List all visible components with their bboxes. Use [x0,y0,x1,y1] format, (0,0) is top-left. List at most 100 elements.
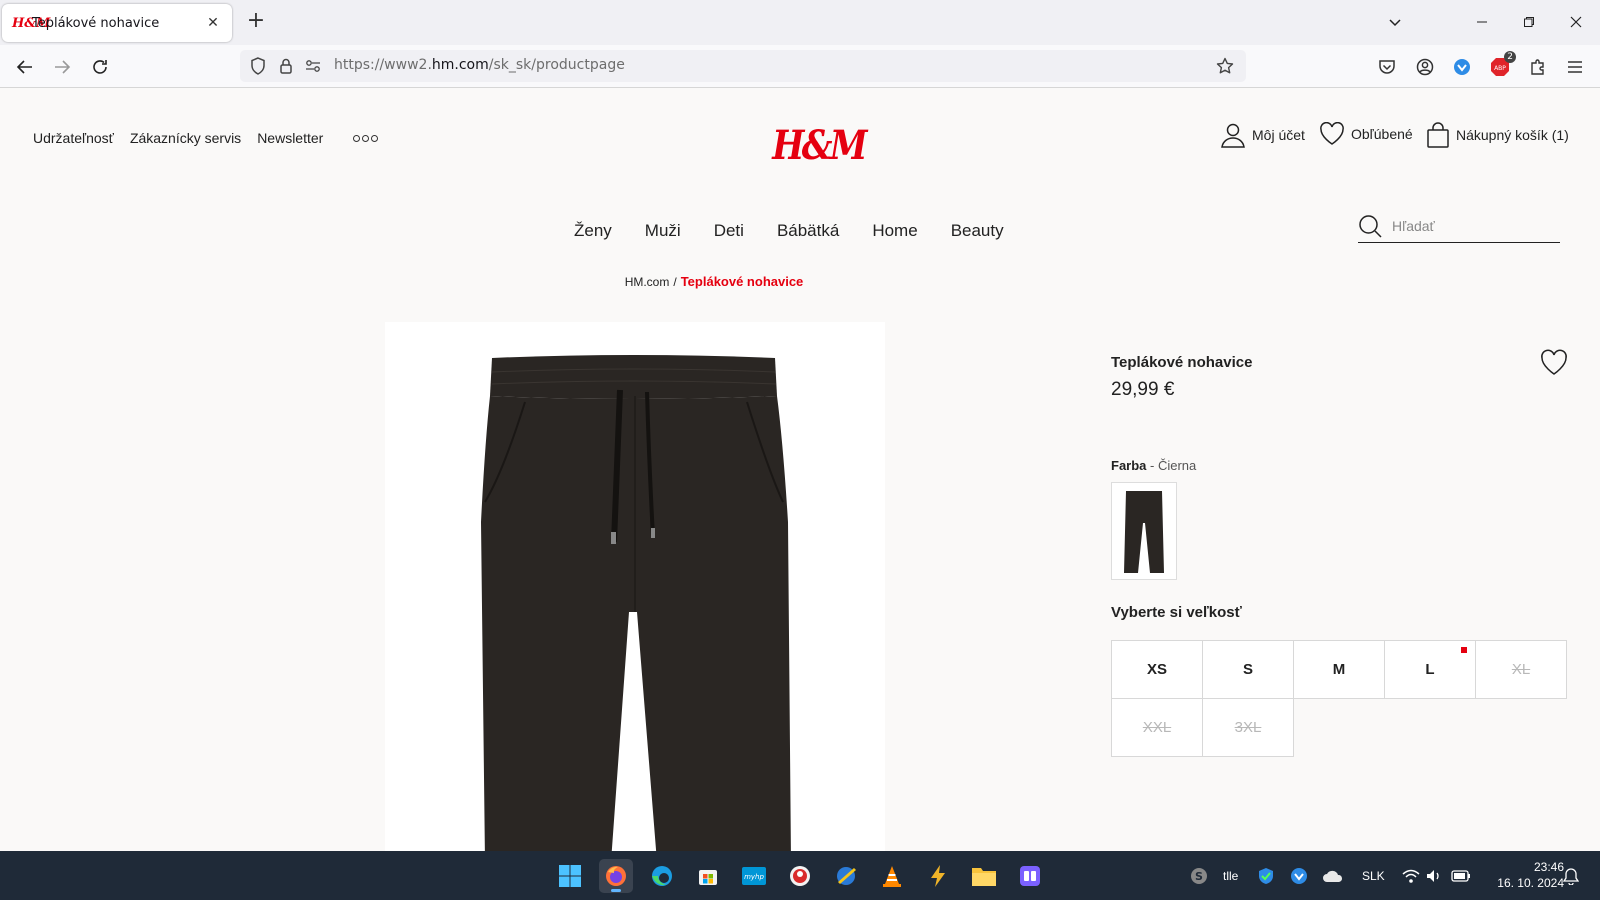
heart-icon [1320,122,1344,145]
hm-logo[interactable]: H&M [772,122,867,169]
main-nav: Ženy Muži Deti Bábätká Home Beauty [574,221,1004,241]
url-text: https://www2.hm.com/sk_sk/productpage [334,57,625,73]
shield-icon[interactable] [247,55,269,77]
search-icon[interactable] [1358,214,1382,238]
tray-battery-icon[interactable] [1451,851,1471,900]
browser-tab-active[interactable]: H&M Teplákové nohavice ✕ [2,4,232,42]
tab-close-icon[interactable]: ✕ [204,15,222,31]
nav-item-beauty[interactable]: Beauty [951,221,1004,241]
myhp-icon[interactable]: myhp [737,859,771,893]
back-arrow-icon[interactable] [11,53,39,81]
tray-extension-icon[interactable] [1290,851,1308,900]
clock-date: 16. 10. 2024 [1497,876,1564,890]
favorites-link[interactable]: Obľúbené [1319,122,1413,146]
user-icon [1221,123,1245,148]
adblock-icon[interactable]: ABP 2 [1488,51,1516,79]
svg-text:myhp: myhp [744,873,764,881]
tray-text[interactable]: tlle [1223,851,1238,900]
nav-item-men[interactable]: Muži [645,221,681,241]
size-option-l-label: L [1425,661,1435,678]
start-windows-icon[interactable] [553,859,587,893]
product-image[interactable] [385,322,885,851]
minimize-button[interactable] [1470,10,1494,34]
firefox-icon[interactable] [599,859,633,893]
my-account-label: Môj účet [1252,127,1305,143]
app-lightning-icon[interactable] [921,859,955,893]
low-stock-indicator [1461,647,1467,653]
size-option-xs[interactable]: XS [1111,640,1203,699]
permissions-icon[interactable] [302,55,324,77]
cart-label: Nákupný košík (1) [1456,127,1569,143]
tab-list-chevron-icon[interactable] [1383,10,1407,34]
app-globe-pen-icon[interactable] [829,859,863,893]
size-option-l[interactable]: L [1384,640,1476,699]
extension-blue-icon[interactable] [1450,55,1474,79]
svg-text:S: S [1195,870,1203,883]
lock-icon[interactable] [275,55,297,77]
browser-tab-bar: H&M Teplákové nohavice ✕ + [0,0,1600,45]
size-option-xxl: XXL [1111,698,1203,757]
svg-text:ABP: ABP [1494,65,1506,72]
favorites-label: Obľúbené [1351,126,1413,142]
url-bar[interactable]: https://www2.hm.com/sk_sk/productpage [240,50,1246,82]
add-to-favorites-heart-icon[interactable] [1539,348,1569,378]
nav-item-women[interactable]: Ženy [574,221,612,241]
size-option-s[interactable]: S [1202,640,1294,699]
browser-nav-bar: https://www2.hm.com/sk_sk/productpage AB… [0,45,1600,88]
nav-item-baby[interactable]: Bábätká [777,221,839,241]
store-icon[interactable] [691,859,725,893]
search-input[interactable] [1392,217,1552,234]
forward-arrow-icon[interactable] [48,53,76,81]
size-option-m[interactable]: M [1293,640,1385,699]
bookmark-star-icon[interactable] [1214,55,1236,77]
tray-skype-icon[interactable]: S [1190,851,1208,900]
edge-icon[interactable] [645,859,679,893]
product-details: Teplákové nohavice 29,99 € Farba - Čiern… [1111,349,1571,757]
shopping-bag-icon [1427,122,1449,148]
pants-image [481,355,791,851]
restore-button[interactable] [1517,10,1541,34]
breadcrumb-current: Teplákové nohavice [680,274,804,289]
extension-badge: 2 [1504,51,1516,63]
tray-wifi-icon[interactable] [1402,851,1420,900]
tray-language[interactable]: SLK [1362,851,1385,900]
size-heading: Vyberte si veľkosť [1111,604,1242,621]
top-link-customer-service[interactable]: Zákaznícky servis [130,130,241,146]
top-link-newsletter[interactable]: Newsletter [257,130,323,146]
color-line: Farba - Čierna [1111,458,1196,473]
search-box [1358,209,1560,243]
clock-time: 23:46 [1533,860,1564,874]
new-tab-button[interactable]: + [244,10,268,34]
tray-volume-icon[interactable] [1425,851,1443,900]
vlc-icon[interactable] [875,859,909,893]
product-title: Teplákové nohavice [1111,354,1253,371]
breadcrumb: HM.com / Teplákové nohavice [0,274,1428,289]
windows-taskbar: myhp S tlle SLK 23:46 16. 10. 2024 [0,851,1600,900]
taskbar-clock[interactable]: 23:46 16. 10. 2024 [1484,859,1564,891]
menu-hamburger-icon[interactable] [1563,55,1587,79]
account-circle-icon[interactable] [1413,55,1437,79]
app-red-circle-icon[interactable] [783,859,817,893]
app-purple-icon[interactable] [1013,859,1047,893]
more-dots-icon[interactable] [353,134,379,142]
close-window-button[interactable] [1564,10,1588,34]
nav-item-home[interactable]: Home [872,221,917,241]
top-link-sustainability[interactable]: Udržateľnosť [33,130,114,146]
product-price: 29,99 € [1111,379,1175,400]
breadcrumb-separator: / [673,275,677,289]
nav-item-kids[interactable]: Deti [714,221,744,241]
pocket-icon[interactable] [1375,55,1399,79]
size-grid: XS S M L XL XXL 3XL [1111,640,1568,757]
color-value: - Čierna [1150,458,1197,473]
file-explorer-icon[interactable] [967,859,1001,893]
size-option-3xl: 3XL [1202,698,1294,757]
breadcrumb-home[interactable]: HM.com [625,275,670,289]
extensions-puzzle-icon[interactable] [1526,55,1550,79]
cart-link[interactable]: Nákupný košík (1) [1426,122,1569,148]
tray-onedrive-cloud-icon[interactable] [1322,851,1344,900]
reload-icon[interactable] [86,53,114,81]
notification-bell-icon[interactable] [1563,851,1579,900]
color-swatch-black[interactable] [1111,482,1177,580]
my-account-link[interactable]: Môj účet [1220,122,1305,148]
tray-security-shield-icon[interactable] [1257,851,1275,900]
